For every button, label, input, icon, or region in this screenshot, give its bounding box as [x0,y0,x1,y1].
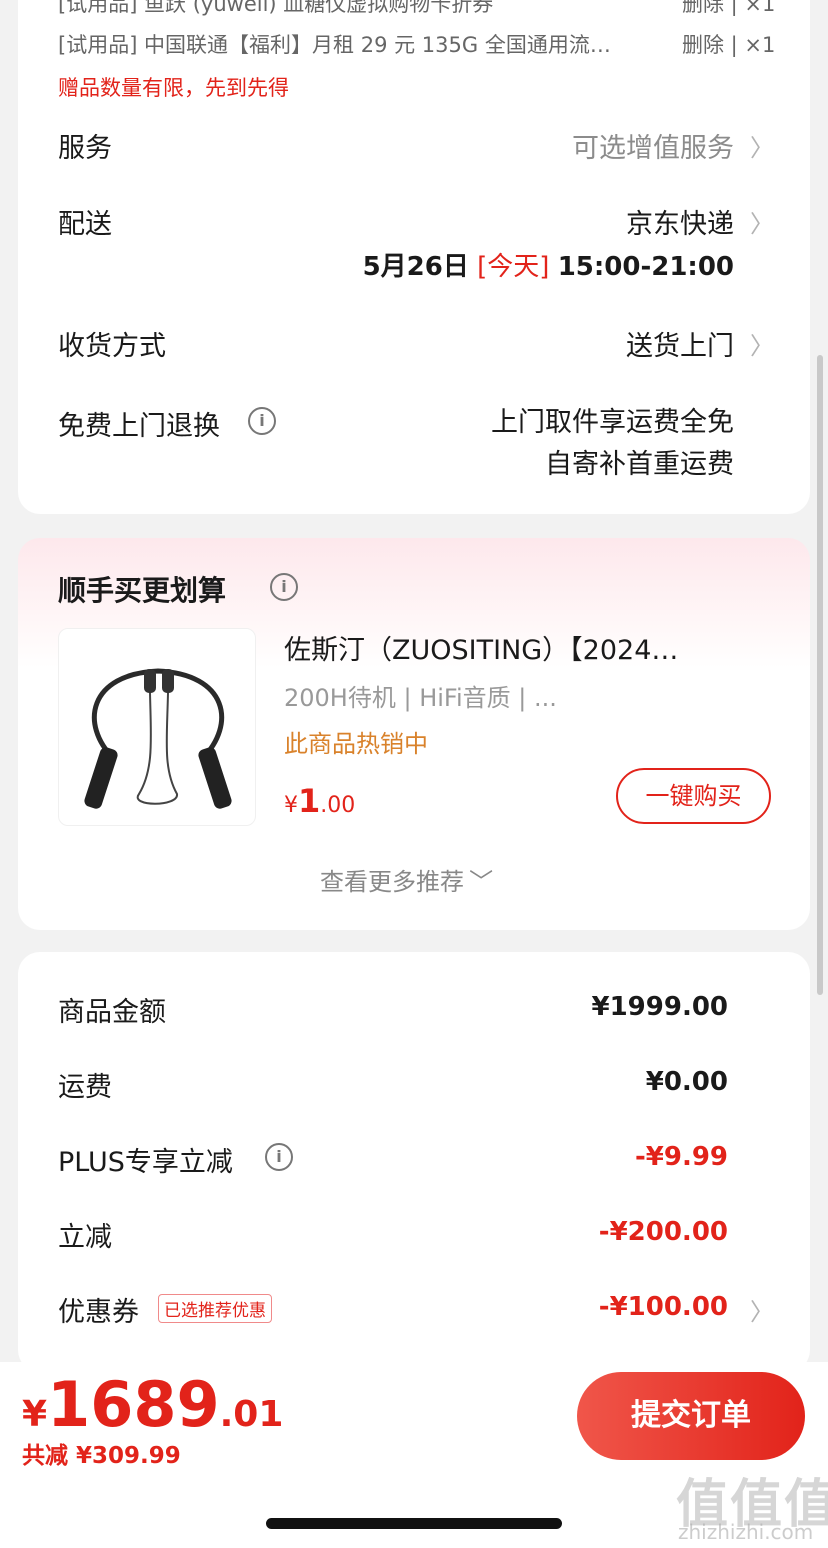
receive-method-label: 收货方式 [58,331,166,362]
earphone-product-image [84,668,232,809]
delivery-value[interactable]: 京东快递 [626,202,734,241]
receive-method-value[interactable]: 送货上门 [626,324,734,363]
plus-discount-label: PLUS专享立减 [58,1147,233,1178]
chevron-down-icon: ﹀ [469,868,494,896]
instant-discount-label: 立减 [58,1222,112,1253]
gift-limit-note: 赠品数量有限，先到先得 [58,76,289,100]
chevron-right-icon[interactable]: 〉 [750,326,774,361]
delivery-timeslot: 15:00-21:00 [557,252,734,282]
price-int: 1 [298,782,321,820]
home-indicator[interactable] [266,1518,562,1529]
see-more-label: 查看更多推荐 [320,868,464,896]
recommend-product-title[interactable]: 佐斯汀（ZUOSITING）【2024… [284,628,678,667]
price-symbol: ¥ [284,793,298,818]
coupon-value[interactable]: -¥100.00 [599,1292,728,1322]
gift-item-1: [试用品] 鱼跃 (yuwell) 血糖仪虚拟购物卡折券 [58,0,494,16]
delivery-date: 5月26日 [362,252,469,282]
product-image[interactable] [58,628,256,826]
total-int: 1689 [47,1368,220,1441]
recommend-product-subtitle: 200H待机 | HiFi音质 | ... [284,684,557,712]
goods-amount-label: 商品金额 [58,997,166,1028]
chevron-right-icon[interactable]: 〉 [750,204,774,239]
delivery-label: 配送 [58,209,112,240]
info-icon[interactable]: i [270,573,298,601]
gift-item-2-action[interactable]: 删除 | ×1 [682,29,775,59]
see-more-recommend[interactable]: 查看更多推荐 ﹀ [320,862,493,897]
service-value[interactable]: 可选增值服务 [572,126,734,165]
recommend-title: 顺手买更划算 [58,574,227,607]
total-saved: 共减 ¥309.99 [22,1443,181,1469]
coupon-label: 优惠券 [58,1297,139,1328]
watermark-url: zhizhizhi.com [678,1520,814,1544]
delivery-today: [今天] [477,252,550,282]
chevron-right-icon[interactable]: 〉 [750,1292,774,1327]
total-symbol: ¥ [22,1394,48,1435]
scrollbar[interactable] [817,355,823,995]
gift-item-1-action[interactable]: 删除 | ×1 [682,0,775,18]
free-return-label: 免费上门退换 [58,411,220,442]
free-return-line1: 上门取件享运费全免 [491,407,734,438]
plus-discount-value: -¥9.99 [634,1142,728,1172]
instant-discount-value: -¥200.00 [598,1217,728,1247]
recommend-product-price: ¥1.00 [284,782,355,820]
recommend-product-hot: 此商品热销中 [284,730,428,758]
submit-order-button[interactable]: 提交订单 [577,1372,805,1460]
info-icon[interactable]: i [265,1143,293,1171]
info-icon[interactable]: i [248,407,276,435]
service-label: 服务 [58,133,112,164]
total-price: ¥1689.01 [22,1368,283,1441]
free-return-line2: 自寄补首重运费 [545,449,734,480]
total-dec: .01 [219,1394,284,1435]
one-click-buy-button[interactable]: 一键购买 [616,768,771,824]
shipping-label: 运费 [58,1072,112,1103]
price-dec: .00 [320,793,356,818]
shipping-value: ¥0.00 [645,1067,728,1097]
goods-amount-value: ¥1999.00 [591,992,728,1022]
chevron-right-icon[interactable]: 〉 [750,128,774,163]
coupon-recommended-tag: 已选推荐优惠 [158,1294,272,1323]
gift-item-2: [试用品] 中国联通【福利】月租 29 元 135G 全国通用流… [58,33,611,57]
delivery-time: 5月26日 [今天] 15:00-21:00 [363,246,734,283]
